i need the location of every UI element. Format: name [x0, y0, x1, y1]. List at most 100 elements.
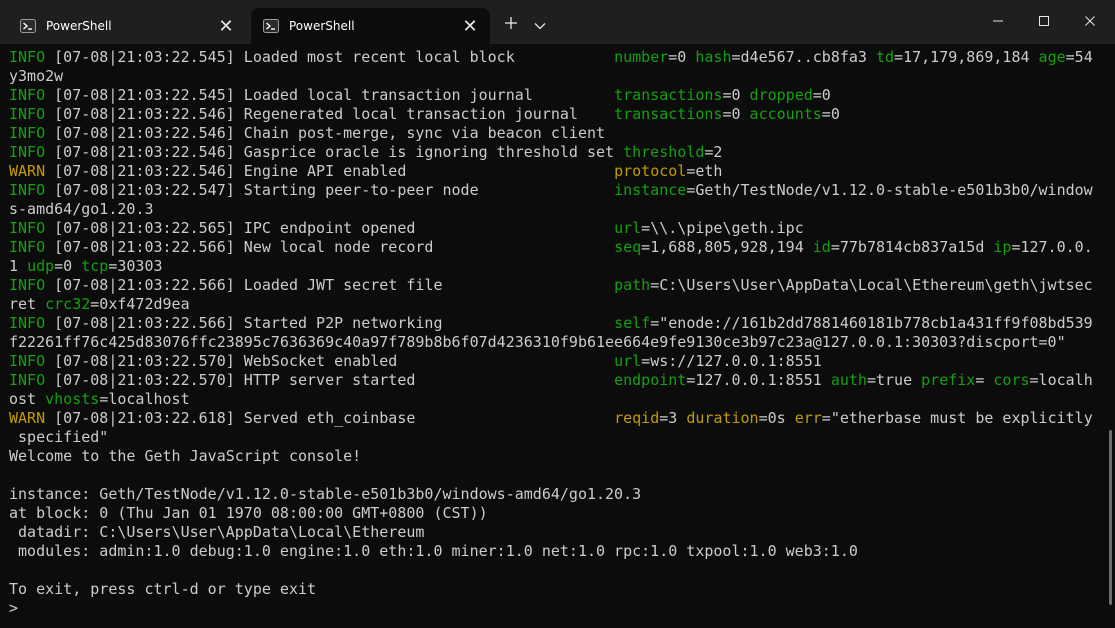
- terminal-text: err: [794, 409, 822, 427]
- terminal-text: INFO: [9, 276, 46, 294]
- terminal-text: url: [614, 352, 642, 370]
- terminal-text: [07-08|21:03:22.547] Starting peer-to-pe…: [45, 181, 615, 199]
- terminal-text: INFO: [9, 143, 46, 161]
- terminal-text: instance: Geth/TestNode/v1.12.0-stable-e…: [9, 485, 642, 503]
- terminal-line: INFO [07-08|21:03:22.545] Loaded most re…: [9, 48, 1106, 67]
- terminal-text: [07-08|21:03:22.546] Gasprice oracle is …: [45, 143, 624, 161]
- terminal-text: td: [875, 48, 895, 66]
- terminal-line: 1 udp=0 tcp=30303: [9, 257, 1106, 276]
- terminal-text: INFO: [9, 219, 46, 237]
- scrollbar-thumb[interactable]: [1109, 430, 1112, 605]
- terminal-line: y3mo2w: [9, 67, 1106, 86]
- terminal-line: f22261ff76c425d83076ffc23895c7636369c40a…: [9, 333, 1106, 352]
- close-window-button[interactable]: [1067, 0, 1113, 42]
- terminal-line: Welcome to the Geth JavaScript console!: [9, 447, 1106, 466]
- terminal-text: To exit, press ctrl-d or type exit: [9, 580, 317, 598]
- terminal-line: ret crc32=0xf472d9ea: [9, 295, 1106, 314]
- terminal-line: at block: 0 (Thu Jan 01 1970 08:00:00 GM…: [9, 504, 1106, 523]
- terminal-text: [07-08|21:03:22.566] New local node reco…: [45, 238, 615, 256]
- terminal-text: [07-08|21:03:22.566] Started P2P network…: [45, 314, 615, 332]
- terminal-text: [07-08|21:03:22.566] Loaded JWT secret f…: [45, 276, 615, 294]
- terminal-text: transactions: [614, 86, 723, 104]
- terminal-text: =0: [722, 105, 750, 123]
- terminal-text: ip: [993, 238, 1012, 256]
- terminal-text: INFO: [9, 124, 46, 142]
- terminal-text: INFO: [9, 181, 46, 199]
- terminal-line: To exit, press ctrl-d or type exit: [9, 580, 1106, 599]
- terminal-line: INFO [07-08|21:03:22.546] Regenerated lo…: [9, 105, 1106, 124]
- terminal-text: =Geth/TestNode/v1.12.0-stable-e501b3b0/w…: [686, 181, 1093, 199]
- tab-powershell-2[interactable]: PowerShell ✕: [251, 8, 490, 44]
- tab-dropdown-button[interactable]: [527, 10, 553, 38]
- terminal-text: dropped: [749, 86, 813, 104]
- terminal-text: =0: [821, 105, 840, 123]
- terminal-text: id: [812, 238, 831, 256]
- powershell-icon: [263, 18, 279, 34]
- terminal-text: url: [614, 219, 642, 237]
- terminal-text: auth: [830, 371, 867, 389]
- tab-label: PowerShell: [289, 19, 355, 33]
- terminal-text: WARN: [9, 409, 46, 427]
- terminal-text: =true: [866, 371, 922, 389]
- terminal-text: INFO: [9, 238, 46, 256]
- terminal-text: INFO: [9, 86, 46, 104]
- terminal-text: instance: [614, 181, 687, 199]
- maximize-button[interactable]: [1021, 0, 1067, 42]
- terminal-line: INFO [07-08|21:03:22.570] HTTP server st…: [9, 371, 1106, 390]
- terminal-text: INFO: [9, 48, 46, 66]
- terminal-text: specified": [9, 428, 109, 446]
- terminal-line: INFO [07-08|21:03:22.545] Loaded local t…: [9, 86, 1106, 105]
- terminal-text: number: [614, 48, 669, 66]
- terminal-text: =30303: [108, 257, 163, 275]
- terminal-text: 1: [9, 257, 28, 275]
- terminal-text: datadir: C:\Users\User\AppData\Local\Eth…: [9, 523, 425, 541]
- terminal-text: =0: [812, 86, 831, 104]
- terminal-line: WARN [07-08|21:03:22.618] Served eth_coi…: [9, 409, 1106, 428]
- terminal-text: =0: [668, 48, 696, 66]
- terminal-line: instance: Geth/TestNode/v1.12.0-stable-e…: [9, 485, 1106, 504]
- terminal-text: =0s: [758, 409, 795, 427]
- terminal-text: =0: [54, 257, 82, 275]
- terminal-text: ="enode://161b2dd7881460181b778cb1a431ff…: [650, 314, 1093, 332]
- terminal-text: hash: [695, 48, 732, 66]
- terminal-text: udp: [27, 257, 55, 275]
- terminal-text: path: [614, 276, 651, 294]
- terminal-text: threshold: [623, 143, 705, 161]
- close-tab-icon[interactable]: ✕: [210, 12, 242, 40]
- terminal-text: protocol: [614, 162, 687, 180]
- terminal-text: [07-08|21:03:22.545] Loaded local transa…: [45, 86, 615, 104]
- terminal-line: INFO [07-08|21:03:22.546] Chain post-mer…: [9, 124, 1106, 143]
- terminal-text: =3: [659, 409, 687, 427]
- terminal-text: [07-08|21:03:22.546] Engine API enabled: [45, 162, 615, 180]
- terminal-text: =localh: [1029, 371, 1093, 389]
- terminal-line: INFO [07-08|21:03:22.570] WebSocket enab…: [9, 352, 1106, 371]
- terminal-line: INFO [07-08|21:03:22.546] Gasprice oracl…: [9, 143, 1106, 162]
- terminal-output[interactable]: INFO [07-08|21:03:22.545] Loaded most re…: [0, 44, 1106, 628]
- terminal-text: accounts: [749, 105, 822, 123]
- new-tab-button[interactable]: [496, 10, 526, 38]
- tab-label: PowerShell: [46, 19, 112, 33]
- terminal-text: ost: [9, 390, 46, 408]
- terminal-text: [07-08|21:03:22.546] Chain post-merge, s…: [45, 124, 606, 142]
- terminal-text: Welcome to the Geth JavaScript console!: [9, 447, 362, 465]
- terminal-text: =1,688,805,928,194: [641, 238, 813, 256]
- terminal-text: =0xf472d9ea: [90, 295, 190, 313]
- terminal-line: INFO [07-08|21:03:22.565] IPC endpoint o…: [9, 219, 1106, 238]
- terminal-text: transactions: [614, 105, 723, 123]
- terminal-text: =77b7814cb837a15d: [830, 238, 994, 256]
- terminal-text: ret: [9, 295, 46, 313]
- terminal-line: INFO [07-08|21:03:22.566] Started P2P ne…: [9, 314, 1106, 333]
- tab-powershell-1[interactable]: PowerShell ✕: [8, 8, 246, 44]
- terminal-text: at block: 0 (Thu Jan 01 1970 08:00:00 GM…: [9, 504, 488, 522]
- close-tab-icon[interactable]: ✕: [454, 12, 486, 40]
- terminal-text: s-amd64/go1.20.3: [9, 200, 154, 218]
- terminal-line: ost vhosts=localhost: [9, 390, 1106, 409]
- terminal-text: =\\.\pipe\geth.ipc: [641, 219, 804, 237]
- terminal-text: =ws://127.0.0.1:8551: [641, 352, 822, 370]
- terminal-text: seq: [614, 238, 642, 256]
- terminal-text: cors: [993, 371, 1030, 389]
- terminal-line: datadir: C:\Users\User\AppData\Local\Eth…: [9, 523, 1106, 542]
- minimize-button[interactable]: [975, 0, 1021, 42]
